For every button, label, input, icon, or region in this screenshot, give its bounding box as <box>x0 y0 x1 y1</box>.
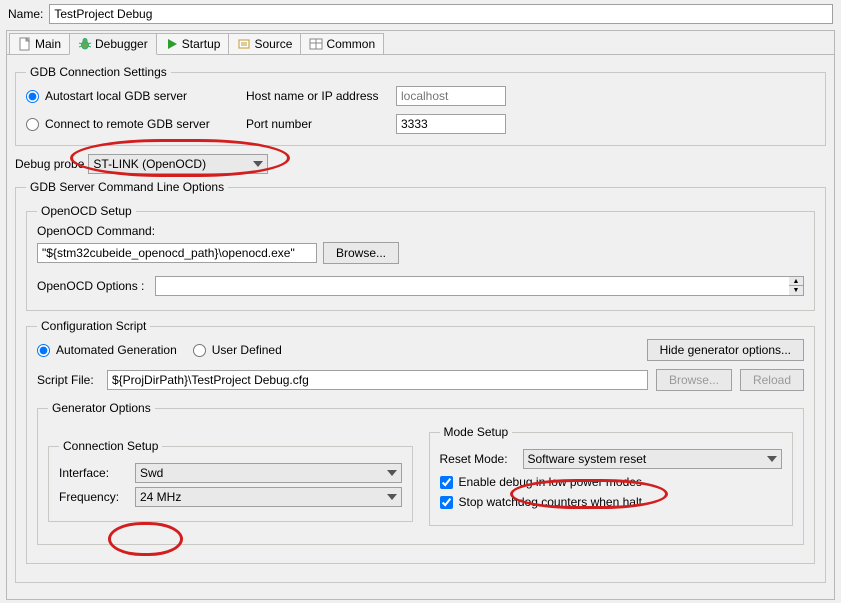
openocd-setup: OpenOCD Setup OpenOCD Command: Browse...… <box>26 204 815 311</box>
openocd-cmd-input[interactable] <box>37 243 317 263</box>
host-label: Host name or IP address <box>246 89 386 103</box>
source-icon <box>237 37 251 51</box>
server-opts-legend: GDB Server Command Line Options <box>26 180 228 194</box>
enable-lp-label: Enable debug in low power modes <box>459 475 642 489</box>
tab-common[interactable]: Common <box>300 33 384 54</box>
debug-probe-select[interactable]: ST-LINK (OpenOCD) <box>88 154 268 174</box>
remote-radio[interactable] <box>26 118 39 131</box>
play-icon <box>165 37 179 51</box>
tab-bar: Main Debugger Startup Source Common <box>7 31 834 55</box>
gdb-server-cmdline-options: GDB Server Command Line Options OpenOCD … <box>15 180 826 583</box>
frequency-select[interactable]: 24 MHz <box>135 487 402 507</box>
reset-mode-label: Reset Mode: <box>440 452 515 466</box>
interface-select[interactable]: Swd <box>135 463 402 483</box>
tab-label: Common <box>326 37 375 51</box>
bug-icon <box>78 37 92 51</box>
configuration-script: Configuration Script Automated Generatio… <box>26 319 815 564</box>
openocd-opts-label: OpenOCD Options : <box>37 279 147 293</box>
script-reload-button: Reload <box>740 369 804 391</box>
automated-label: Automated Generation <box>56 343 177 357</box>
name-label: Name: <box>8 7 43 21</box>
mode-setup: Mode Setup Reset Mode: Software system r… <box>429 425 794 526</box>
automated-radio[interactable] <box>37 344 50 357</box>
name-input[interactable] <box>49 4 833 24</box>
gdb-legend: GDB Connection Settings <box>26 65 171 79</box>
gdb-connection-settings: GDB Connection Settings Autostart local … <box>15 65 826 146</box>
tab-source[interactable]: Source <box>228 33 301 54</box>
hide-generator-button[interactable]: Hide generator options... <box>647 339 804 361</box>
tab-label: Source <box>254 37 292 51</box>
config-script-legend: Configuration Script <box>37 319 150 333</box>
port-input[interactable] <box>396 114 506 134</box>
stop-wd-checkbox[interactable] <box>440 496 453 509</box>
autostart-label: Autostart local GDB server <box>45 89 187 103</box>
openocd-cmd-label: OpenOCD Command: <box>37 224 804 238</box>
openocd-opts-input[interactable] <box>155 276 789 296</box>
tab-debugger[interactable]: Debugger <box>69 33 157 55</box>
script-browse-button: Browse... <box>656 369 732 391</box>
spinner-up-icon[interactable]: ▲ <box>789 277 803 286</box>
openocd-browse-button[interactable]: Browse... <box>323 242 399 264</box>
script-file-input[interactable] <box>107 370 648 390</box>
tab-label: Startup <box>182 37 221 51</box>
debug-probe-label: Debug probe <box>15 157 84 171</box>
script-file-label: Script File: <box>37 373 99 387</box>
frequency-label: Frequency: <box>59 490 127 504</box>
reset-mode-select[interactable]: Software system reset <box>523 449 783 469</box>
table-icon <box>309 37 323 51</box>
port-label: Port number <box>246 117 386 131</box>
autostart-radio[interactable] <box>26 90 39 103</box>
gen-opts-legend: Generator Options <box>48 401 155 415</box>
connection-setup: Connection Setup Interface: Swd Frequenc… <box>48 439 413 522</box>
tab-startup[interactable]: Startup <box>156 33 230 54</box>
remote-label: Connect to remote GDB server <box>45 117 210 131</box>
page-icon <box>18 37 32 51</box>
userdef-label: User Defined <box>212 343 282 357</box>
generator-options: Generator Options Connection Setup Inter… <box>37 401 804 545</box>
userdef-radio[interactable] <box>193 344 206 357</box>
tab-label: Main <box>35 37 61 51</box>
conn-setup-legend: Connection Setup <box>59 439 162 453</box>
stop-wd-label: Stop watchdog counters when halt <box>459 495 642 509</box>
spinner-down-icon[interactable]: ▼ <box>789 286 803 295</box>
tab-label: Debugger <box>95 37 148 51</box>
host-input[interactable] <box>396 86 506 106</box>
mode-setup-legend: Mode Setup <box>440 425 513 439</box>
interface-label: Interface: <box>59 466 127 480</box>
tab-main[interactable]: Main <box>9 33 70 54</box>
openocd-legend: OpenOCD Setup <box>37 204 136 218</box>
enable-lp-checkbox[interactable] <box>440 476 453 489</box>
